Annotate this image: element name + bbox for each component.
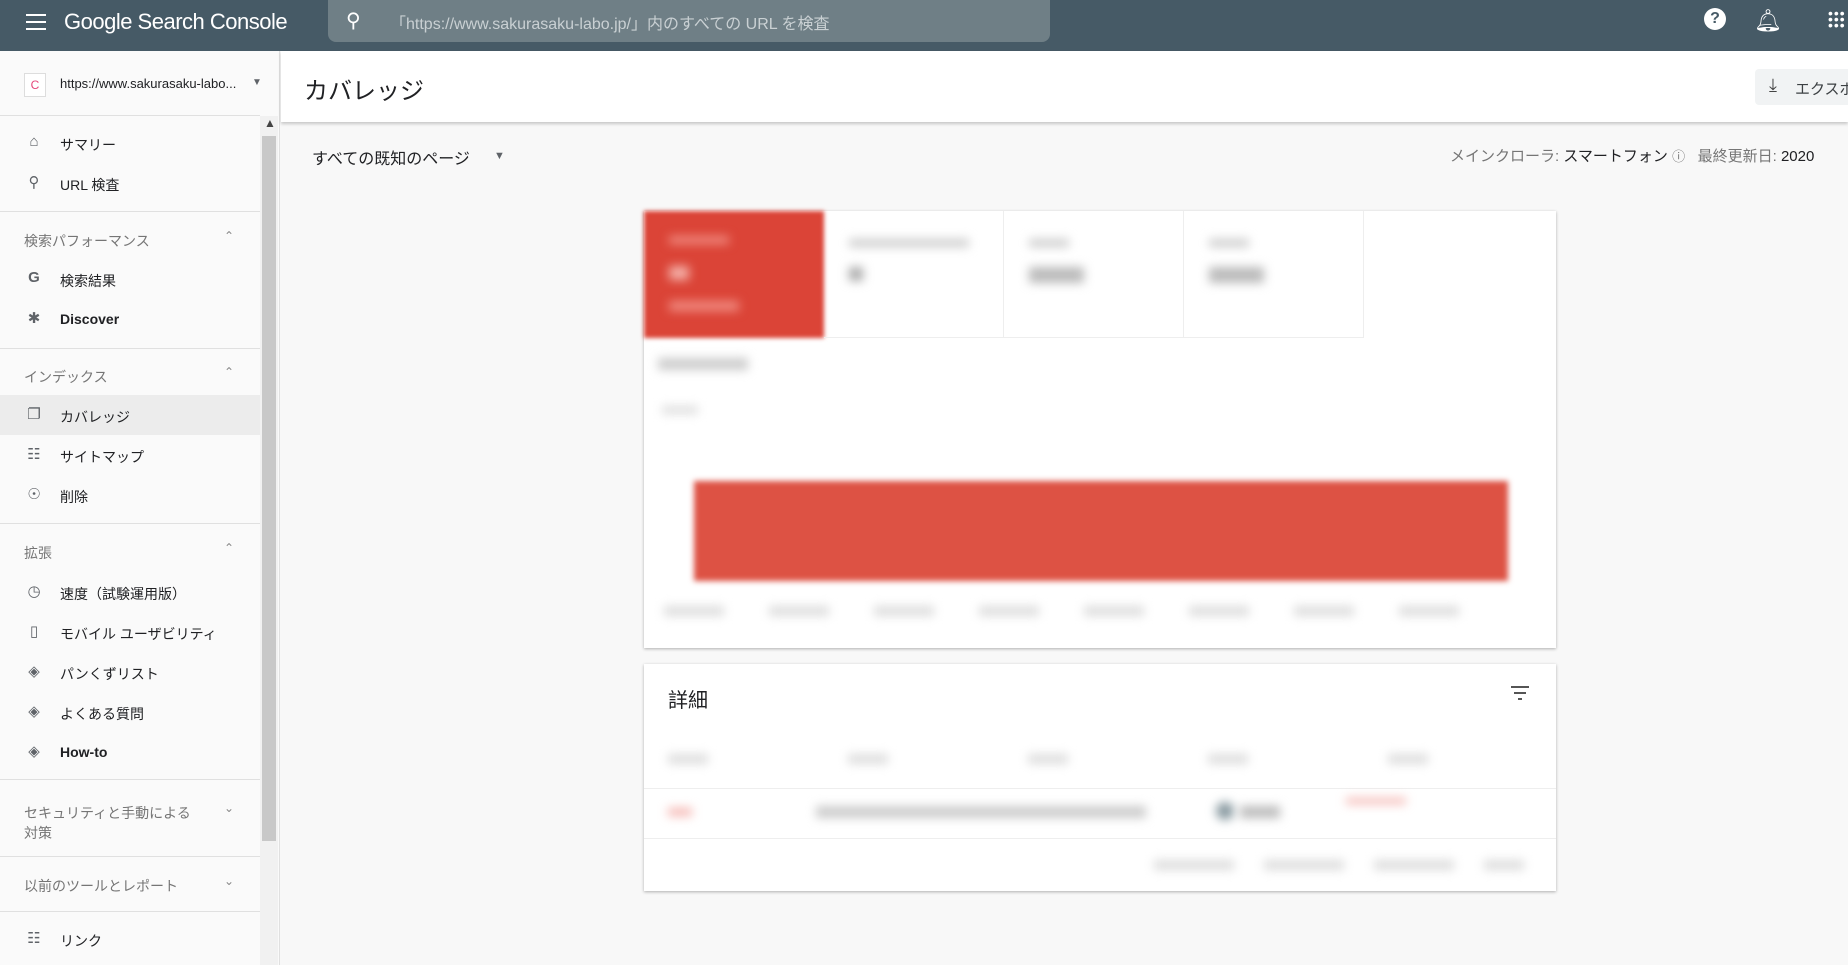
- valid-warning-metric-tab[interactable]: [824, 211, 1004, 338]
- top-app-bar: Google Search Console ⚲ 「https://www.sak…: [0, 0, 1848, 51]
- sidebar-item-speed[interactable]: ◷ 速度（試験運用版）: [0, 572, 260, 612]
- speed-icon: ◷: [27, 583, 41, 600]
- search-icon: ⚲: [28, 174, 40, 191]
- sidebar-item-breadcrumbs[interactable]: ◈ パンくずリスト: [0, 652, 260, 692]
- menu-icon[interactable]: [26, 14, 46, 30]
- chevron-up-icon: ⌃: [224, 229, 235, 243]
- sidebar-item-mobile-usability[interactable]: ▯ モバイル ユーザビリティ: [0, 612, 260, 652]
- section-search-performance[interactable]: 検索パフォーマンス ⌃: [0, 225, 260, 255]
- sidebar-item-faq[interactable]: ◈ よくある質問: [0, 692, 260, 732]
- divider: [0, 348, 260, 349]
- excluded-metric-tab[interactable]: [1184, 211, 1364, 338]
- download-icon: ⤓: [1769, 75, 1777, 95]
- blurred-axis-label: [662, 406, 698, 414]
- blurred-text: [669, 236, 729, 244]
- section-enhancements[interactable]: 拡張 ⌃: [0, 537, 260, 567]
- sidebar: C https://www.sakurasaku-labo... ▼ ▲ ⌂ サマ…: [0, 51, 280, 965]
- page-header: カバレッジ ⤓ エクスポ: [281, 51, 1848, 122]
- sidebar-item-url-inspection[interactable]: ⚲ URL 検査: [0, 163, 260, 203]
- links-icon: ☷: [27, 930, 41, 947]
- details-title: 詳細: [668, 690, 708, 712]
- divider: [0, 779, 260, 780]
- eye-off-icon: ☉: [27, 486, 41, 503]
- search-input[interactable]: 「https://www.sakurasaku-labo.jp/」内のすべての …: [390, 10, 830, 34]
- home-icon: ⌂: [29, 133, 39, 150]
- page-filter-select[interactable]: すべての既知のページ: [312, 145, 470, 169]
- dropdown-arrow-icon: ▼: [252, 77, 262, 88]
- table-header: [668, 754, 1528, 764]
- chevron-up-icon: ⌃: [224, 365, 235, 379]
- sidebar-item-summary[interactable]: ⌂ サマリー: [0, 123, 260, 163]
- help-outline-icon[interactable]: ⓘ: [1672, 149, 1685, 164]
- scroll-up-icon[interactable]: ▲: [264, 116, 276, 130]
- phone-icon: ▯: [29, 623, 39, 640]
- sidebar-scrollbar[interactable]: ▲: [260, 116, 278, 965]
- section-security[interactable]: セキュリティと手動による対策 ⌄: [0, 797, 234, 843]
- app-logo[interactable]: Google Search Console: [64, 9, 288, 35]
- chevron-down-icon: ⌄: [224, 874, 235, 888]
- coverage-chart-card: [644, 211, 1556, 648]
- scrollbar-thumb[interactable]: [262, 136, 276, 841]
- sidebar-item-howto[interactable]: ◈ How-to: [0, 732, 260, 772]
- help-icon[interactable]: ?: [1704, 8, 1726, 30]
- impressions-checkbox[interactable]: [658, 358, 748, 370]
- dropdown-arrow-icon[interactable]: ▼: [494, 150, 505, 162]
- last-updated-value: 2020: [1780, 148, 1815, 165]
- divider: [0, 911, 260, 912]
- table-row[interactable]: [644, 788, 1556, 838]
- divider: [0, 211, 260, 212]
- page-title: カバレッジ: [304, 78, 424, 105]
- property-selector[interactable]: C https://www.sakurasaku-labo... ▼: [0, 51, 262, 116]
- chevron-down-icon: ⌄: [224, 801, 235, 815]
- layers-icon: ◈: [28, 743, 40, 760]
- crawler-info: メインクローラ: スマートフォン ⓘ 最終更新日: 2020: [1450, 148, 1815, 165]
- error-bar: [694, 481, 1508, 581]
- asterisk-icon: ✱: [27, 310, 41, 327]
- sidebar-item-removals[interactable]: ☉ 削除: [0, 475, 260, 515]
- url-inspect-search[interactable]: ⚲ 「https://www.sakurasaku-labo.jp/」内のすべて…: [328, 0, 1050, 42]
- site-favicon: C: [24, 73, 46, 97]
- crawler-value: スマートフォン: [1563, 148, 1668, 165]
- sidebar-item-search-results[interactable]: G 検索結果: [0, 259, 260, 299]
- divider: [644, 838, 1556, 839]
- chevron-up-icon: ⌃: [224, 541, 235, 555]
- property-url: https://www.sakurasaku-labo...: [60, 76, 237, 91]
- export-button[interactable]: ⤓ エクスポ: [1755, 69, 1848, 105]
- details-card: 詳細: [644, 664, 1556, 891]
- blurred-x-axis-labels: [664, 606, 1504, 616]
- sidebar-item-links[interactable]: ☷ リンク: [0, 919, 260, 959]
- section-legacy-tools[interactable]: 以前のツールとレポート ⌄: [0, 870, 260, 900]
- divider: [0, 856, 260, 857]
- filter-icon[interactable]: [1510, 686, 1530, 704]
- google-g-icon: G: [28, 269, 40, 286]
- layers-icon: ◈: [28, 663, 40, 680]
- valid-metric-tab[interactable]: [1004, 211, 1184, 338]
- layers-icon: ◈: [28, 703, 40, 720]
- divider: [0, 523, 260, 524]
- blurred-text: [669, 266, 689, 280]
- sidebar-item-discover[interactable]: ✱ Discover: [0, 299, 260, 339]
- pagination[interactable]: [1154, 860, 1524, 870]
- sitemap-icon: ☷: [27, 446, 41, 463]
- sidebar-item-sitemaps[interactable]: ☷ サイトマップ: [0, 435, 260, 475]
- apps-icon[interactable]: ••• ••• •••: [1828, 6, 1846, 32]
- bell-icon[interactable]: 🔔︎: [1754, 8, 1782, 34]
- sidebar-item-coverage[interactable]: ❐ カバレッジ: [0, 395, 260, 435]
- section-index[interactable]: インデックス ⌃: [0, 361, 260, 391]
- search-icon: ⚲: [346, 10, 361, 32]
- copy-icon: ❐: [27, 406, 41, 423]
- blurred-text: [669, 301, 739, 311]
